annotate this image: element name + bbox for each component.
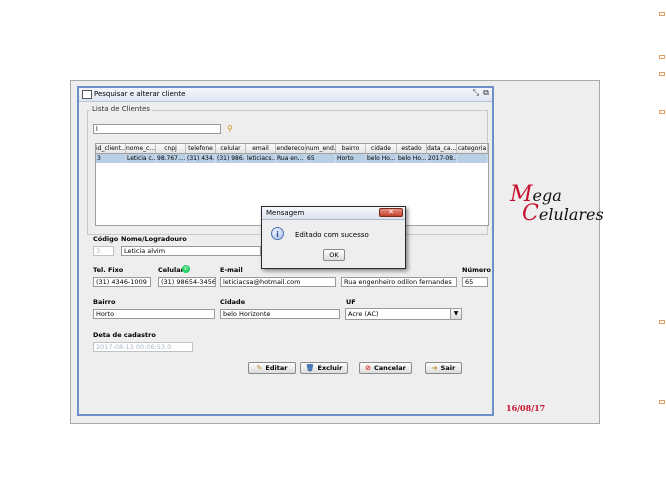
cancel-icon: ⊘ (365, 364, 371, 372)
table-row[interactable]: 3 Leticia c... 98.767.... (31) 434... (3… (96, 154, 488, 163)
close-icon[interactable]: ✕ (379, 208, 403, 217)
column-header[interactable]: email (246, 144, 276, 153)
table-cell: Rua en... (276, 154, 306, 163)
table-cell: Horto (336, 154, 366, 163)
column-header[interactable]: data_ca... (427, 144, 457, 153)
current-date: 16/08/17 (506, 403, 546, 413)
mega-celulares-logo-line2: Celulares (522, 201, 604, 226)
email-field[interactable]: leticiacsa@hotmail.com (220, 277, 336, 287)
ok-button[interactable]: OK (323, 249, 345, 261)
cidade-label: Cidade (220, 298, 246, 306)
cidade-field[interactable]: belo Horizonte (220, 309, 340, 319)
table-cell: 65 (306, 154, 336, 163)
numero-label: Número (462, 266, 491, 274)
numero-field[interactable]: 65 (462, 277, 488, 287)
celular-field[interactable]: (31) 98654-3456 (158, 277, 216, 287)
side-marker (659, 320, 665, 324)
dialog-message: Editado com sucesso (295, 231, 369, 239)
excluir-button[interactable]: 🗑 Excluir (300, 362, 348, 374)
uf-label: UF (346, 298, 356, 306)
table-cell: (31) 986... (217, 154, 246, 163)
table-cell: 2017-08... (428, 154, 457, 163)
pencil-icon: ✎ (256, 364, 263, 372)
celular-label: Celular (158, 266, 184, 274)
table-header: id_client... nome_c... cnpj telefone cel… (96, 144, 488, 154)
column-header[interactable]: celular (216, 144, 246, 153)
side-marker (659, 12, 665, 16)
table-cell: (31) 434... (187, 154, 216, 163)
column-header[interactable]: estado (397, 144, 427, 153)
table-cell: leticiacs... (247, 154, 276, 163)
excluir-label: Excluir (317, 364, 343, 372)
bairro-label: Bairro (93, 298, 116, 306)
window-titlebar[interactable]: Pesquisar e alterar cliente ⤡ ⧉ (79, 88, 492, 102)
client-list-label: Lista de Clientes (90, 105, 152, 113)
logo-word: elulares (538, 205, 604, 224)
column-header[interactable]: bairro (336, 144, 366, 153)
chevron-down-icon[interactable]: ▼ (450, 309, 461, 319)
dialog-titlebar[interactable]: Mensagem ✕ (262, 207, 405, 220)
bairro-field[interactable]: Horto (93, 309, 215, 319)
codigo-field: 3 (93, 246, 114, 256)
logo-letter: C (522, 201, 539, 226)
window-title: Pesquisar e alterar cliente (94, 90, 186, 98)
editar-label: Editar (265, 364, 288, 372)
side-marker (659, 110, 665, 114)
cancelar-button[interactable]: ⊘ Cancelar (359, 362, 412, 374)
tel-label: Tel. Fixo (93, 266, 124, 274)
minimize-icon[interactable]: ⤡ (472, 89, 480, 97)
tel-field[interactable]: (31) 4346-1009 (93, 277, 151, 287)
uf-selected-value: Acre (AC) (348, 310, 379, 318)
exit-icon: ➜ (431, 364, 438, 372)
column-header[interactable]: telefone (186, 144, 216, 153)
codigo-label: Código (93, 235, 119, 243)
table-cell: 98.767.... (157, 154, 186, 163)
column-header[interactable]: categoria (457, 144, 488, 153)
sair-button[interactable]: ➜ Sair (425, 362, 462, 374)
table-cell (457, 154, 488, 163)
info-icon: i (271, 227, 284, 240)
table-cell: belo Ho... (398, 154, 427, 163)
editar-button[interactable]: ✎ Editar (248, 362, 296, 374)
nome-label: Nome/Logradouro (121, 235, 187, 243)
email-label: E-mail (220, 266, 243, 274)
cancelar-label: Cancelar (374, 364, 406, 372)
side-marker (659, 55, 665, 59)
trash-icon: 🗑 (305, 364, 315, 372)
right-edge-strip (658, 0, 666, 500)
column-header[interactable]: nome_c... (126, 144, 156, 153)
column-header[interactable]: num_end... (306, 144, 336, 153)
side-marker (659, 72, 665, 76)
search-input[interactable]: l (93, 124, 221, 134)
sair-label: Sair (440, 364, 456, 372)
side-marker (659, 400, 665, 404)
whatsapp-icon: ✆ (182, 265, 190, 273)
nome-field[interactable]: Leticia alvim (121, 246, 261, 256)
column-header[interactable]: endereco (276, 144, 306, 153)
column-header[interactable]: cnpj (156, 144, 186, 153)
window-icon (82, 90, 92, 99)
endereco-field[interactable]: Rua engenheiro odilon fernandes (341, 277, 457, 287)
column-header[interactable]: cidade (366, 144, 397, 153)
table-cell: 3 (96, 154, 126, 163)
data-cadastro-label: Deta de cadastro (93, 331, 156, 339)
column-header[interactable]: id_client... (96, 144, 126, 153)
table-cell: Leticia c... (127, 154, 156, 163)
uf-select[interactable]: Acre (AC) ▼ (345, 308, 462, 320)
dialog-title: Mensagem (266, 209, 305, 217)
table-cell: belo Ho... (367, 154, 397, 163)
maximize-icon[interactable]: ⧉ (482, 89, 490, 97)
search-icon[interactable]: ⚲ (227, 124, 233, 133)
data-cadastro-field: 2017-08-13 00:06:53.0 (93, 342, 193, 352)
message-dialog: Mensagem ✕ i Editado com sucesso OK (261, 206, 406, 269)
